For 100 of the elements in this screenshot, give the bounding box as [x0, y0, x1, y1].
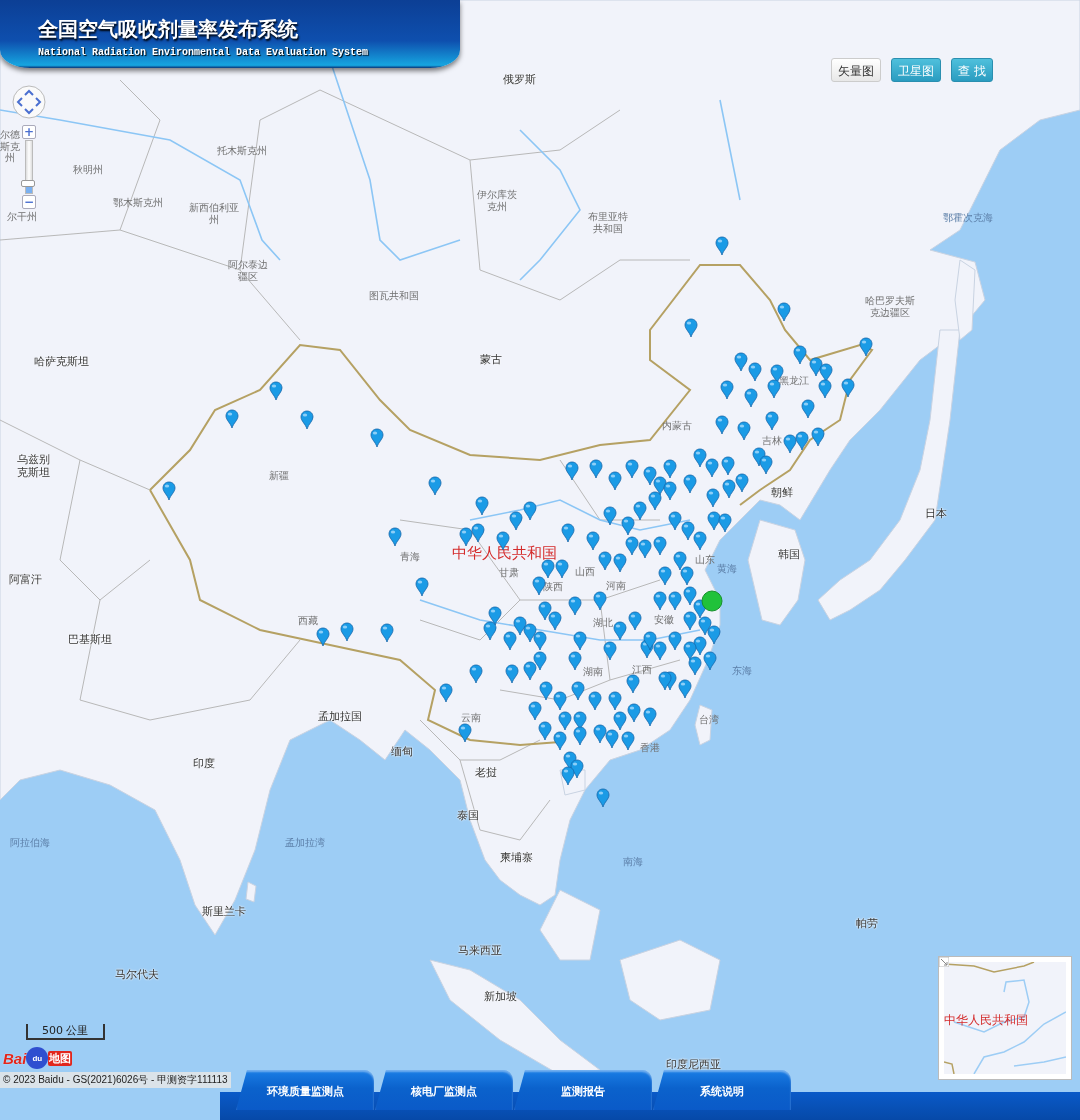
station-marker-icon[interactable]: [523, 623, 537, 643]
station-marker-icon[interactable]: [589, 459, 603, 479]
station-marker-icon[interactable]: [777, 302, 791, 322]
station-marker-icon[interactable]: [605, 729, 619, 749]
station-marker-icon[interactable]: [603, 506, 617, 526]
zoom-in-button[interactable]: +: [22, 125, 36, 139]
station-marker-icon[interactable]: [503, 631, 517, 651]
bottom-tab[interactable]: 核电厂监测点: [375, 1070, 513, 1110]
station-marker-icon[interactable]: [483, 621, 497, 641]
station-marker-icon[interactable]: [613, 621, 627, 641]
station-marker-icon[interactable]: [568, 651, 582, 671]
station-marker-icon[interactable]: [668, 511, 682, 531]
station-marker-icon[interactable]: [633, 501, 647, 521]
station-marker-icon[interactable]: [720, 380, 734, 400]
station-marker-icon[interactable]: [316, 627, 330, 647]
station-marker-icon[interactable]: [627, 703, 641, 723]
station-marker-icon[interactable]: [568, 596, 582, 616]
station-marker-icon[interactable]: [683, 611, 697, 631]
station-marker-icon[interactable]: [621, 516, 635, 536]
station-marker-icon[interactable]: [765, 411, 779, 431]
station-marker-icon[interactable]: [613, 553, 627, 573]
station-marker-icon[interactable]: [693, 448, 707, 468]
station-marker-icon[interactable]: [523, 501, 537, 521]
station-marker-icon[interactable]: [340, 622, 354, 642]
station-marker-icon[interactable]: [225, 409, 239, 429]
station-marker-icon[interactable]: [573, 631, 587, 651]
station-marker-icon[interactable]: [735, 473, 749, 493]
station-marker-icon[interactable]: [767, 379, 781, 399]
station-marker-icon[interactable]: [705, 458, 719, 478]
station-marker-icon[interactable]: [558, 711, 572, 731]
station-marker-icon[interactable]: [162, 481, 176, 501]
station-marker-icon[interactable]: [748, 362, 762, 382]
station-marker-icon[interactable]: [628, 611, 642, 631]
station-marker-icon[interactable]: [561, 523, 575, 543]
station-marker-icon[interactable]: [533, 651, 547, 671]
station-marker-icon[interactable]: [648, 491, 662, 511]
station-marker-icon[interactable]: [718, 513, 732, 533]
station-marker-icon[interactable]: [475, 496, 489, 516]
station-marker-icon[interactable]: [573, 726, 587, 746]
station-marker-icon[interactable]: [737, 421, 751, 441]
station-marker-icon[interactable]: [684, 318, 698, 338]
map-type-button[interactable]: 矢量图: [831, 58, 882, 82]
zoom-slider-thumb[interactable]: [21, 179, 35, 187]
station-marker-icon[interactable]: [553, 691, 567, 711]
station-marker-icon[interactable]: [598, 551, 612, 571]
station-marker-icon[interactable]: [801, 399, 815, 419]
bottom-tab[interactable]: 监测报告: [514, 1070, 652, 1110]
bottom-tab[interactable]: 环境质量监测点: [236, 1070, 374, 1110]
station-marker-icon[interactable]: [513, 616, 527, 636]
station-marker-icon[interactable]: [693, 531, 707, 551]
station-marker-icon[interactable]: [603, 641, 617, 661]
station-marker-icon[interactable]: [663, 459, 677, 479]
station-marker-icon[interactable]: [439, 683, 453, 703]
bottom-tab[interactable]: 系统说明: [653, 1070, 791, 1110]
station-marker-icon[interactable]: [703, 651, 717, 671]
station-marker-icon[interactable]: [721, 456, 735, 476]
station-marker-icon[interactable]: [819, 363, 833, 383]
station-marker-icon[interactable]: [555, 559, 569, 579]
station-marker-icon[interactable]: [533, 631, 547, 651]
station-marker-icon[interactable]: [538, 601, 552, 621]
station-marker-icon[interactable]: [613, 711, 627, 731]
station-marker-icon[interactable]: [638, 539, 652, 559]
station-marker-icon[interactable]: [683, 474, 697, 494]
station-marker-icon[interactable]: [715, 415, 729, 435]
station-marker-icon[interactable]: [707, 625, 721, 645]
station-marker-icon[interactable]: [548, 611, 562, 631]
station-marker-icon[interactable]: [668, 591, 682, 611]
station-marker-icon[interactable]: [818, 379, 832, 399]
station-marker-icon[interactable]: [596, 788, 610, 808]
pan-control-icon[interactable]: [12, 85, 46, 119]
station-marker-icon[interactable]: [653, 536, 667, 556]
station-marker-icon[interactable]: [588, 691, 602, 711]
station-marker-icon[interactable]: [538, 721, 552, 741]
station-marker-icon[interactable]: [681, 521, 695, 541]
station-marker-icon[interactable]: [593, 724, 607, 744]
station-marker-icon[interactable]: [643, 466, 657, 486]
station-marker-icon[interactable]: [415, 577, 429, 597]
station-marker-icon[interactable]: [795, 431, 809, 451]
station-marker-icon[interactable]: [561, 766, 575, 786]
station-marker-icon[interactable]: [859, 337, 873, 357]
station-marker-icon[interactable]: [643, 707, 657, 727]
station-marker-icon[interactable]: [658, 566, 672, 586]
station-marker-icon[interactable]: [841, 378, 855, 398]
station-marker-icon[interactable]: [653, 591, 667, 611]
station-marker-icon[interactable]: [688, 656, 702, 676]
station-marker-icon[interactable]: [608, 471, 622, 491]
station-marker-icon[interactable]: [698, 616, 712, 636]
station-marker-icon[interactable]: [608, 691, 622, 711]
station-marker-icon[interactable]: [683, 586, 697, 606]
station-marker-icon[interactable]: [565, 461, 579, 481]
station-marker-icon[interactable]: [625, 459, 639, 479]
station-marker-icon[interactable]: [458, 723, 472, 743]
station-marker-icon[interactable]: [471, 523, 485, 543]
collapse-arrow-icon[interactable]: [939, 957, 949, 967]
station-marker-icon[interactable]: [811, 427, 825, 447]
station-marker-icon[interactable]: [459, 527, 473, 547]
station-marker-icon[interactable]: [643, 631, 657, 651]
station-marker-icon[interactable]: [759, 455, 773, 475]
station-marker-icon[interactable]: [793, 345, 807, 365]
station-marker-icon[interactable]: [469, 664, 483, 684]
